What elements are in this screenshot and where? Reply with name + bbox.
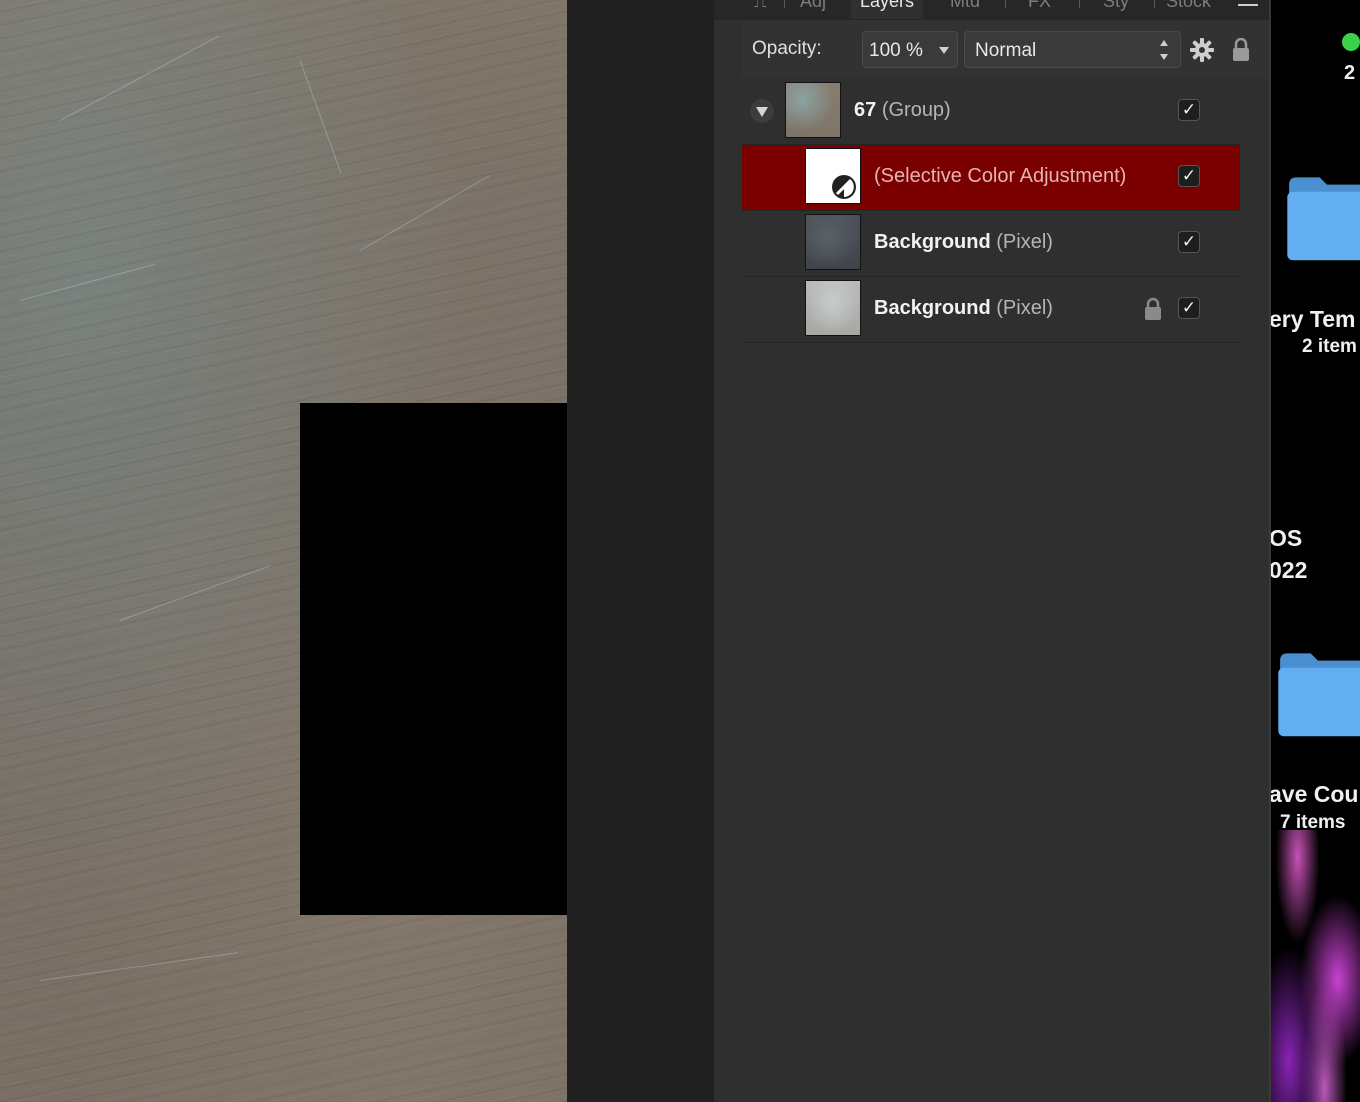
layer-label: (Selective Color Adjustment) [874,165,1127,187]
layer-label: Background (Pixel) [874,231,1053,253]
layer-row-background[interactable]: Background (Pixel) ✓ [742,211,1240,277]
folder-subtitle: 022 [1271,557,1308,583]
texture-scratch [119,565,271,621]
panel-tab-bar: ⎍ Adj Layers Mtd FX Sty Stock [714,0,1269,20]
adjustment-icon [832,175,856,199]
layer-row-background-locked[interactable]: Background (Pixel) ✓ [742,277,1240,343]
desktop-background: 2 ery Tem 2 item OS 022 ave Cou 7 items [1271,0,1360,1102]
expand-triangle-icon[interactable] [750,99,774,123]
panel-menu-icon[interactable] [1238,0,1264,10]
layers-panel: ⎍ Adj Layers Mtd FX Sty Stock Opacity: 1… [714,0,1269,1102]
visibility-checkbox[interactable]: ✓ [1178,165,1200,187]
folder-name[interactable]: ave Cou [1271,781,1358,808]
visibility-checkbox[interactable]: ✓ [1178,99,1200,121]
opacity-dropdown[interactable]: 100 % [862,31,958,68]
tab-stock[interactable]: Stock [1166,0,1211,12]
chevron-down-icon [939,47,949,54]
folder-name[interactable]: OS [1271,525,1302,552]
tab-divider [1154,0,1155,8]
tab-divider [1005,0,1006,8]
opacity-value: 100 % [869,40,923,61]
layer-thumbnail [805,148,861,204]
layer-thumbnail [805,214,861,270]
layer-label: Background (Pixel) [874,297,1053,319]
black-rectangle-shape[interactable] [300,403,567,915]
layer-label: 67 (Group) [854,99,951,121]
folder-name[interactable]: ery Tem [1271,306,1356,333]
opacity-label: Opacity: [752,38,822,59]
desktop-count: 2 [1344,62,1356,84]
tab-adjustments[interactable]: Adj [800,0,826,12]
workspace-gutter [567,0,714,1102]
tab-effects[interactable]: FX [1028,0,1051,12]
blend-mode-select[interactable]: Normal [964,31,1181,68]
texture-scratch [59,35,220,121]
layers-toolbar: Opacity: 100 % Normal [742,20,1269,78]
folder-icon[interactable] [1271,648,1360,738]
visibility-checkbox[interactable]: ✓ [1178,231,1200,253]
tab-metadata[interactable]: Mtd [950,0,980,12]
layer-thumbnail [785,82,841,138]
folder-item-count: 2 item [1302,336,1357,357]
blend-mode-value: Normal [975,40,1037,61]
layer-row-group[interactable]: 67 (Group) ✓ [742,79,1240,145]
texture-scratch [19,263,156,301]
tab-divider [1079,0,1080,8]
tab-divider [784,0,785,8]
status-dot [1342,33,1360,51]
wallpaper-flower [1271,830,1360,1102]
tab-styles[interactable]: Sty [1103,0,1129,12]
layer-row-adjustment[interactable]: (Selective Color Adjustment) ✓ [742,145,1240,211]
gear-icon[interactable] [1190,38,1214,62]
tab-layers[interactable]: Layers [851,0,924,19]
tab-history[interactable]: ⎍ [754,0,767,12]
stepper-arrows-icon [1160,40,1170,60]
texture-scratch [39,952,239,981]
texture-scratch [359,175,491,251]
layer-thumbnail [805,280,861,336]
document-canvas[interactable] [0,0,567,1102]
texture-scratch [299,60,342,174]
folder-icon[interactable] [1280,172,1360,262]
lock-icon[interactable] [1231,38,1251,62]
lock-icon[interactable] [1144,297,1162,321]
visibility-checkbox[interactable]: ✓ [1178,297,1200,319]
